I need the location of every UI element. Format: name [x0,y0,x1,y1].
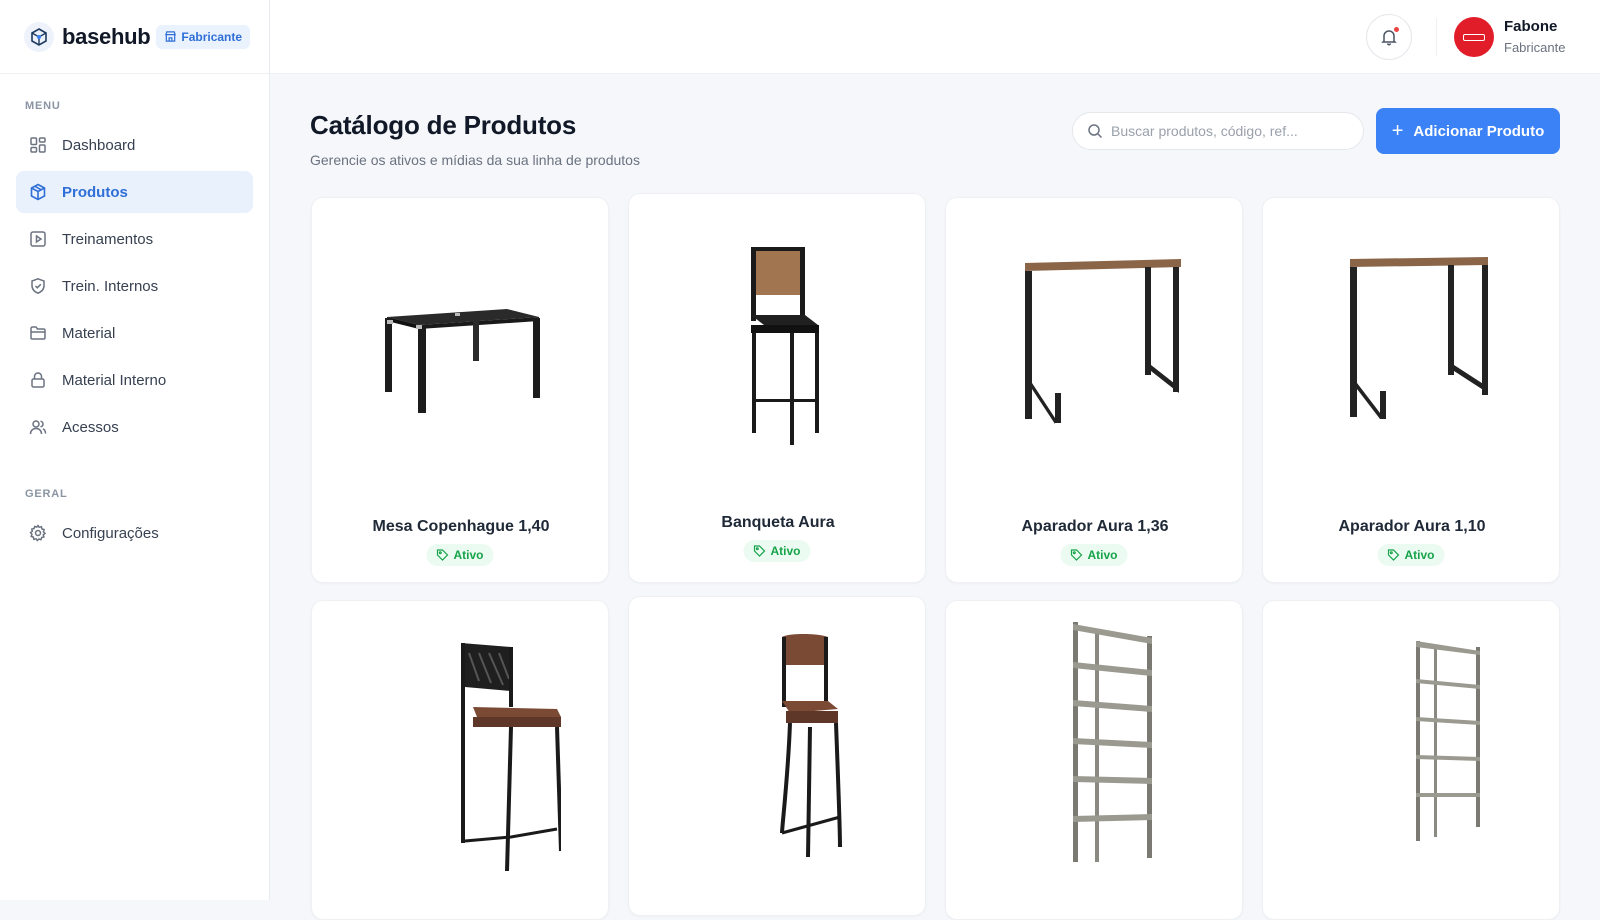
general-nav: Configurações [0,512,269,554]
search-box[interactable] [1072,112,1364,150]
product-image [946,601,1244,881]
brand-header: basehub Fabricante [0,0,269,74]
page-subtitle: Gerencie os ativos e mídias da sua linha… [310,152,640,168]
sidebar-item-label: Trein. Internos [62,277,159,295]
product-name: Mesa Copenhague 1,40 [372,518,550,535]
sidebar-item-label: Dashboard [62,136,136,154]
status-badge: Ativo [1377,544,1445,566]
status-badge: Ativo [426,544,494,566]
sidebar-item-trein-internos[interactable]: Trein. Internos [16,265,253,307]
role-badge: Fabricante [156,24,251,49]
product-image [629,194,927,484]
sidebar-item-label: Produtos [62,183,128,201]
status-label: Ativo [1404,548,1435,562]
product-card[interactable]: Mesa Copenhague 1,40 Ativo [311,197,609,583]
product-card[interactable] [945,600,1243,920]
product-name: Aparador Aura 1,10 [1338,518,1486,535]
dashboard-icon [28,135,48,155]
product-image [1263,601,1561,861]
add-product-label: Adicionar Produto [1413,122,1545,140]
header-divider [1436,18,1437,56]
product-card[interactable] [628,596,926,916]
sidebar-item-label: Material [62,324,116,342]
brand-name: basehub [62,23,151,49]
status-label: Ativo [1087,548,1118,562]
tag-icon [1387,549,1400,561]
product-card[interactable]: Aparador Aura 1,36 Ativo [945,197,1243,583]
status-badge: Ativo [743,540,811,562]
sidebar-item-produtos[interactable]: Produtos [16,171,253,213]
general-section-label: GERAL [25,488,68,500]
product-image [312,601,610,901]
basehub-logo-icon[interactable] [24,21,54,52]
tag-icon [436,549,449,561]
sidebar-item-label: Material Interno [62,371,167,389]
search-input[interactable] [1111,123,1351,139]
product-name: Banqueta Aura [721,514,835,531]
gear-icon [28,523,48,543]
sidebar-item-configuracoes[interactable]: Configurações [16,512,253,554]
role-badge-label: Fabricante [181,29,243,44]
topbar: Fabone Fabricante [270,0,1600,74]
product-card[interactable]: Aparador Aura 1,10 Ativo [1262,197,1560,583]
sidebar-item-label: Treinamentos [62,230,154,248]
product-image [312,198,610,488]
play-icon [28,229,48,249]
search-icon [1088,124,1103,139]
status-label: Ativo [453,548,484,562]
avatar[interactable] [1454,17,1494,57]
sidebar-item-material-interno[interactable]: Material Interno [16,359,253,401]
add-product-button[interactable]: + Adicionar Produto [1376,108,1560,154]
sidebar-item-treinamentos[interactable]: Treinamentos [16,218,253,260]
menu-section-label: MENU [25,100,61,112]
sidebar-item-dashboard[interactable]: Dashboard [16,124,253,166]
tag-icon [1070,549,1083,561]
notifications-button[interactable] [1366,14,1412,60]
folder-icon [28,323,48,343]
main-nav: Dashboard Produtos Treinamentos Trein. I… [0,124,269,448]
users-icon [28,417,48,437]
sidebar: basehub Fabricante MENU Dashboard Produt… [0,0,270,900]
product-image [1263,198,1561,488]
product-card[interactable] [311,600,609,920]
user-role: Fabricante [1504,40,1566,55]
product-image [946,198,1244,488]
plus-icon: + [1391,120,1404,142]
page-title: Catálogo de Produtos [310,110,577,140]
tag-icon [753,545,766,557]
product-card[interactable] [1262,600,1560,920]
avatar-logo-icon [1463,33,1485,41]
sidebar-item-acessos[interactable]: Acessos [16,406,253,448]
product-card[interactable]: Banqueta Aura Ativo [628,193,926,583]
lock-icon [28,370,48,390]
sidebar-item-material[interactable]: Material [16,312,253,354]
status-badge: Ativo [1060,544,1128,566]
status-label: Ativo [770,544,801,558]
product-name: Aparador Aura 1,36 [1021,518,1169,535]
notification-dot [1394,27,1399,32]
store-icon [165,31,177,42]
product-image [629,597,927,897]
sidebar-item-label: Acessos [62,418,119,436]
shield-icon [28,276,48,296]
box-icon [28,182,48,202]
sidebar-item-label: Configurações [62,524,159,542]
user-name[interactable]: Fabone [1504,18,1557,35]
